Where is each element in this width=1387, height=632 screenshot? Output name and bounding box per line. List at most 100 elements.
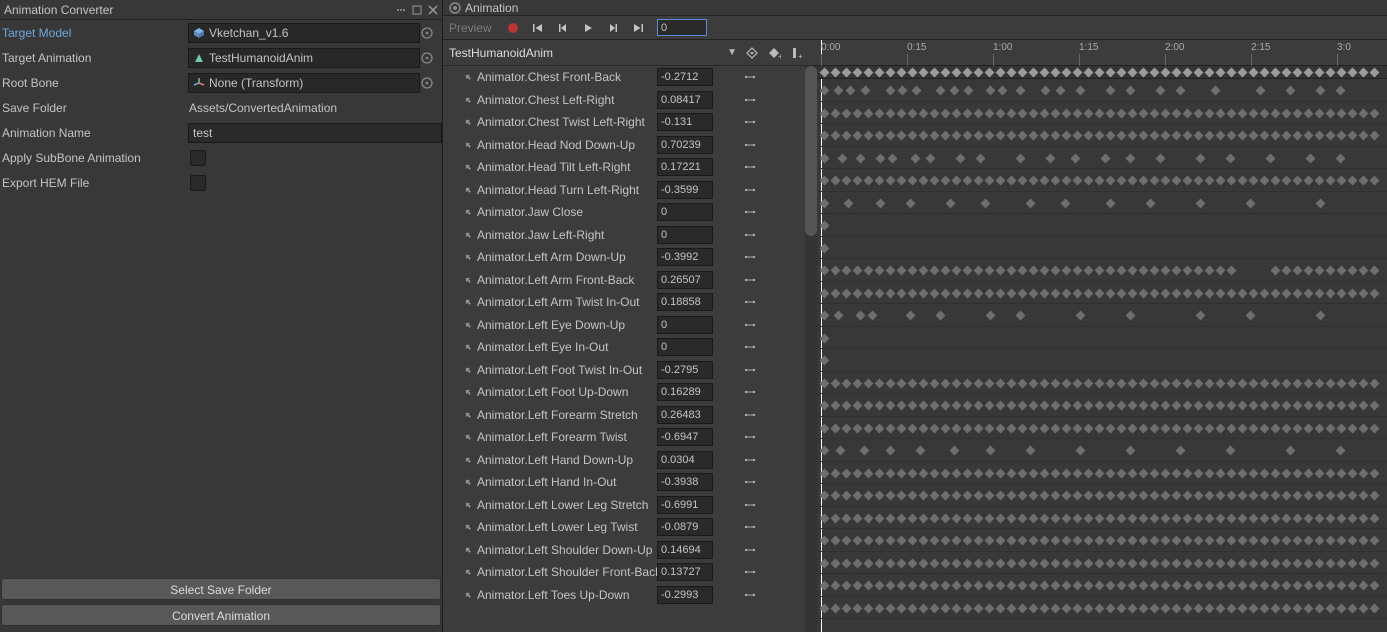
keyframe[interactable]: [1183, 603, 1193, 613]
keyframe[interactable]: [1046, 153, 1056, 163]
record-button[interactable]: [501, 18, 525, 38]
keyframe[interactable]: [1084, 558, 1094, 568]
keyframe[interactable]: [853, 176, 863, 186]
keyframe[interactable]: [1095, 581, 1105, 591]
keyframe[interactable]: [974, 176, 984, 186]
keyframe[interactable]: [1007, 131, 1017, 141]
keyframe[interactable]: [1315, 108, 1325, 118]
keyframe[interactable]: [985, 108, 995, 118]
keyframe[interactable]: [853, 491, 863, 501]
keyframe[interactable]: [906, 311, 916, 321]
keyframe[interactable]: [1126, 86, 1136, 96]
keyframe[interactable]: [1337, 536, 1347, 546]
keyframe[interactable]: [1370, 401, 1380, 411]
keyframe[interactable]: [930, 266, 940, 276]
property-row[interactable]: Animator.Chest Twist Left-Right: [443, 111, 817, 134]
keyframe[interactable]: [853, 68, 863, 78]
keyframe[interactable]: [1172, 536, 1182, 546]
keyframe[interactable]: [1348, 468, 1358, 478]
keyframe[interactable]: [941, 468, 951, 478]
keyframe[interactable]: [1315, 423, 1325, 433]
property-value-input[interactable]: [657, 316, 713, 334]
keyframe[interactable]: [1128, 491, 1138, 501]
keyframe[interactable]: [1073, 401, 1083, 411]
keyframe[interactable]: [875, 108, 885, 118]
keyframe[interactable]: [963, 491, 973, 501]
keyframe[interactable]: [897, 603, 907, 613]
property-row[interactable]: Animator.Left Forearm Twist: [443, 426, 817, 449]
keyframe[interactable]: [1095, 108, 1105, 118]
keyframe[interactable]: [831, 423, 841, 433]
keyframe[interactable]: [1183, 536, 1193, 546]
keyframe[interactable]: [1249, 401, 1259, 411]
property-menu-icon[interactable]: [743, 254, 765, 260]
keyframe[interactable]: [963, 581, 973, 591]
keyframe[interactable]: [1051, 558, 1061, 568]
keyframe[interactable]: [1040, 108, 1050, 118]
keyframe[interactable]: [1249, 536, 1259, 546]
keyframe[interactable]: [1359, 536, 1369, 546]
keyframe[interactable]: [1359, 378, 1369, 388]
keyframe[interactable]: [941, 378, 951, 388]
keyframe[interactable]: [1216, 581, 1226, 591]
keyframe[interactable]: [1161, 491, 1171, 501]
keyframe[interactable]: [875, 581, 885, 591]
property-row[interactable]: Animator.Left Foot Up-Down: [443, 381, 817, 404]
keyframe[interactable]: [1326, 513, 1336, 523]
keyframe[interactable]: [842, 378, 852, 388]
property-scrollbar[interactable]: [805, 66, 817, 632]
keyframe[interactable]: [1260, 558, 1270, 568]
keyframe[interactable]: [842, 558, 852, 568]
keyframe[interactable]: [853, 288, 863, 298]
keyframe[interactable]: [1205, 266, 1215, 276]
keyframe[interactable]: [1316, 86, 1326, 96]
keyframe[interactable]: [936, 311, 946, 321]
goto-start-button[interactable]: [526, 18, 550, 38]
keyframe[interactable]: [1126, 446, 1136, 456]
keyframe[interactable]: [1128, 288, 1138, 298]
keyframe[interactable]: [1095, 423, 1105, 433]
keyframe[interactable]: [1172, 491, 1182, 501]
keyframe[interactable]: [908, 288, 918, 298]
dopesheet-track[interactable]: [817, 192, 1387, 215]
keyframe[interactable]: [1194, 266, 1204, 276]
keyframe[interactable]: [820, 68, 830, 78]
keyframe[interactable]: [897, 378, 907, 388]
keyframe[interactable]: [1161, 288, 1171, 298]
keyframe[interactable]: [1315, 603, 1325, 613]
keyframe[interactable]: [1293, 378, 1303, 388]
property-menu-icon[interactable]: [743, 322, 765, 328]
keyframe[interactable]: [1051, 68, 1061, 78]
keyframe[interactable]: [1304, 468, 1314, 478]
keyframe[interactable]: [919, 176, 929, 186]
property-row[interactable]: Animator.Chest Left-Right: [443, 89, 817, 112]
property-menu-icon[interactable]: [743, 524, 765, 530]
keyframe[interactable]: [886, 558, 896, 568]
keyframe[interactable]: [1117, 468, 1127, 478]
keyframe[interactable]: [963, 288, 973, 298]
keyframe[interactable]: [1128, 468, 1138, 478]
keyframe[interactable]: [1238, 513, 1248, 523]
keyframe[interactable]: [853, 558, 863, 568]
keyframe[interactable]: [1150, 266, 1160, 276]
keyframe[interactable]: [897, 491, 907, 501]
keyframe[interactable]: [908, 468, 918, 478]
property-menu-icon[interactable]: [743, 479, 765, 485]
keyframe[interactable]: [1029, 558, 1039, 568]
keyframe[interactable]: [886, 288, 896, 298]
keyframe[interactable]: [1249, 378, 1259, 388]
keyframe[interactable]: [1315, 266, 1325, 276]
keyframe[interactable]: [853, 108, 863, 118]
keyframe[interactable]: [1051, 401, 1061, 411]
keyframe[interactable]: [974, 558, 984, 568]
keyframe[interactable]: [844, 198, 854, 208]
keyframe[interactable]: [1073, 491, 1083, 501]
track-area[interactable]: [817, 79, 1387, 632]
property-value-input[interactable]: [657, 181, 713, 199]
keyframe[interactable]: [996, 176, 1006, 186]
keyframe[interactable]: [930, 603, 940, 613]
property-menu-icon[interactable]: [743, 209, 765, 215]
keyframe[interactable]: [1293, 68, 1303, 78]
keyframe[interactable]: [886, 536, 896, 546]
property-value-input[interactable]: [657, 136, 713, 154]
